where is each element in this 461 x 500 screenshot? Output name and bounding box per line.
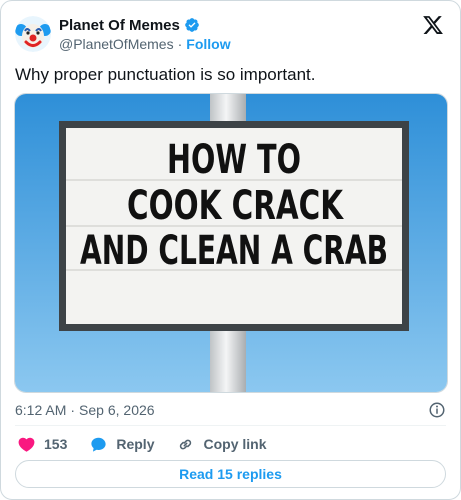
name-row: Planet Of Memes	[59, 17, 231, 34]
heart-icon	[18, 437, 35, 452]
marquee-sign-photo: HOW TO COOK CRACK AND CLEAN A CRAB	[15, 94, 447, 392]
sign-line-1: HOW TO	[167, 137, 301, 183]
clown-face-icon	[15, 16, 51, 52]
like-button[interactable]: 153	[17, 435, 67, 454]
info-icon[interactable]	[428, 401, 446, 419]
tweet-media[interactable]: HOW TO COOK CRACK AND CLEAN A CRAB	[14, 93, 448, 393]
reply-button[interactable]: Reply	[89, 435, 154, 454]
handle-row: @PlanetOfMemes · Follow	[59, 36, 231, 52]
meta-separator: ·	[70, 402, 76, 418]
avatar[interactable]	[15, 16, 51, 52]
tweet-time[interactable]: 6:12 AM	[15, 402, 66, 418]
reply-bubble-icon	[91, 437, 106, 452]
copy-link-button[interactable]: Copy link	[176, 435, 267, 454]
display-name[interactable]: Planet Of Memes	[59, 17, 180, 34]
tweet-date[interactable]: Sep 6, 2026	[79, 402, 155, 418]
follow-button[interactable]: Follow	[186, 36, 230, 52]
verified-badge-icon	[185, 18, 199, 32]
link-icon	[180, 439, 192, 449]
copy-link-label: Copy link	[203, 436, 267, 452]
x-logo-icon[interactable]	[422, 14, 444, 36]
like-count: 153	[44, 436, 68, 452]
author-handle[interactable]: @PlanetOfMemes	[59, 36, 174, 52]
tweet-card: Planet Of Memes @PlanetOfMemes · Follow …	[0, 0, 461, 500]
tweet-meta: 6:12 AM · Sep 6, 2026	[15, 400, 446, 420]
divider	[15, 425, 446, 426]
sign-line-3: AND CLEAN A CRAB	[80, 228, 388, 274]
reply-label: Reply	[116, 436, 155, 452]
author-names: Planet Of Memes @PlanetOfMemes · Follow	[59, 17, 231, 52]
action-bar: 153 Reply Copy link	[17, 433, 289, 455]
tweet-text: Why proper punctuation is so important.	[15, 65, 316, 84]
sign-line-2: COOK CRACK	[127, 183, 344, 229]
separator-dot: ·	[177, 35, 183, 52]
read-replies-button[interactable]: Read 15 replies	[15, 460, 446, 488]
tweet-header: Planet Of Memes @PlanetOfMemes · Follow	[15, 12, 446, 56]
